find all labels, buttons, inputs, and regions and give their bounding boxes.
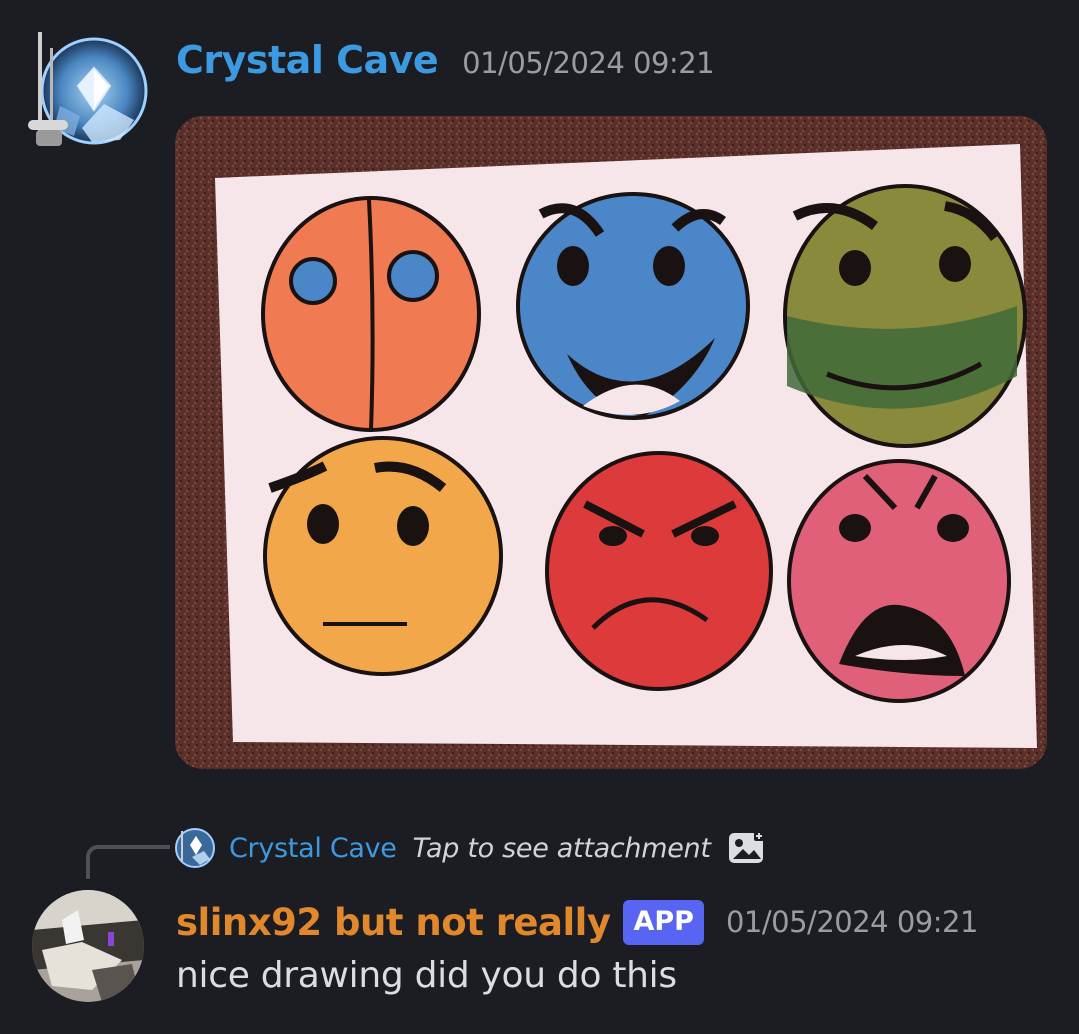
reply-text[interactable]: Tap to see attachment — [413, 833, 711, 864]
image-icon — [728, 831, 764, 863]
chat-view: Crystal Cave 01/05/2024 09:21 Crystal Ca… — [0, 0, 1079, 1034]
timestamp: 01/05/2024 09:21 — [462, 46, 715, 80]
blue-face — [516, 192, 750, 420]
pink-face — [787, 459, 1011, 703]
message-header: slinx92 but not really APP 01/05/2024 09… — [176, 892, 978, 952]
timestamp: 01/05/2024 09:21 — [725, 905, 978, 939]
author-name[interactable]: Crystal Cave — [176, 38, 439, 82]
avatar[interactable] — [32, 890, 144, 1002]
slinx-avatar-icon — [32, 890, 144, 1002]
crystal-cave-avatar-icon — [28, 32, 148, 146]
avatar[interactable] — [22, 28, 148, 154]
red-face — [545, 451, 773, 691]
reply-reference[interactable]: Crystal Cave Tap to see attachment — [174, 826, 765, 870]
yellow-face — [263, 436, 503, 676]
emoji-drawing-image — [175, 116, 1047, 769]
reply-author-name[interactable]: Crystal Cave — [229, 833, 397, 864]
message-text: nice drawing did you do this — [176, 955, 677, 996]
app-badge: APP — [623, 899, 704, 945]
orange-face — [261, 196, 481, 432]
message-header: Crystal Cave 01/05/2024 09:21 — [176, 38, 715, 98]
image-attachment[interactable] — [175, 116, 1047, 769]
reply-avatar-icon — [175, 828, 215, 868]
author-name[interactable]: slinx92 but not really — [176, 901, 611, 944]
reply-connector — [86, 845, 170, 879]
olive-face — [783, 184, 1027, 448]
